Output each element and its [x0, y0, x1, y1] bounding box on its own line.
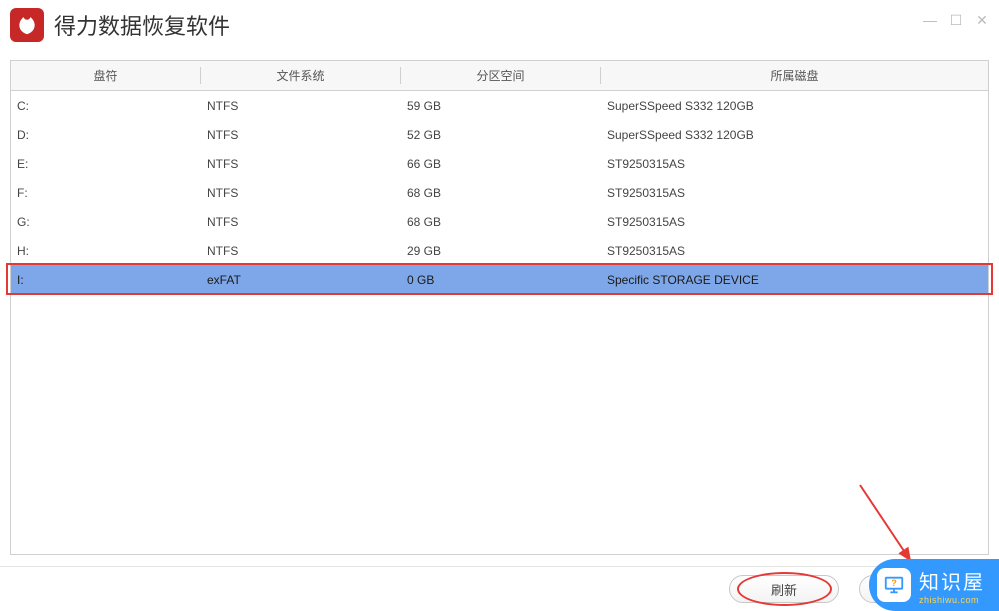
cell-fs: exFAT: [201, 273, 401, 287]
table-header-row: 盘符 文件系统 分区空间 所属磁盘: [11, 61, 988, 91]
cell-drive: E:: [11, 157, 201, 171]
cell-space: 66 GB: [401, 157, 601, 171]
cell-fs: NTFS: [201, 186, 401, 200]
cell-drive: F:: [11, 186, 201, 200]
app-icon: [10, 8, 44, 42]
cell-fs: NTFS: [201, 157, 401, 171]
refresh-button[interactable]: 刷新: [729, 575, 839, 603]
table-row[interactable]: E:NTFS66 GBST9250315AS: [11, 149, 988, 178]
cell-fs: NTFS: [201, 128, 401, 142]
table-row[interactable]: F:NTFS68 GBST9250315AS: [11, 178, 988, 207]
cell-disk: ST9250315AS: [601, 244, 988, 258]
watermark-name: 知识屋: [919, 566, 985, 595]
cell-fs: NTFS: [201, 244, 401, 258]
table-row[interactable]: C:NTFS59 GBSuperSSpeed S332 120GB: [11, 91, 988, 120]
cell-disk: Specific STORAGE DEVICE: [601, 273, 988, 287]
cell-space: 68 GB: [401, 186, 601, 200]
close-button[interactable]: ✕: [975, 12, 989, 29]
header-disk[interactable]: 所属磁盘: [601, 67, 988, 84]
svg-text:?: ?: [891, 578, 897, 588]
cell-disk: ST9250315AS: [601, 215, 988, 229]
minimize-button[interactable]: —: [923, 12, 937, 29]
table-row[interactable]: I:exFAT0 GBSpecific STORAGE DEVICE: [11, 265, 988, 294]
watermark-domain: zhishiwu.com: [919, 595, 985, 605]
watermark-monitor-icon: ?: [877, 568, 911, 602]
cell-space: 29 GB: [401, 244, 601, 258]
cell-space: 0 GB: [401, 273, 601, 287]
maximize-button[interactable]: ☐: [949, 12, 963, 29]
header-space[interactable]: 分区空间: [401, 67, 601, 84]
cell-drive: G:: [11, 215, 201, 229]
cell-drive: H:: [11, 244, 201, 258]
table-row[interactable]: G:NTFS68 GBST9250315AS: [11, 207, 988, 236]
cell-space: 68 GB: [401, 215, 601, 229]
cell-disk: SuperSSpeed S332 120GB: [601, 128, 988, 142]
app-title: 得力数据恢复软件: [54, 9, 230, 41]
cell-disk: SuperSSpeed S332 120GB: [601, 99, 988, 113]
cell-fs: NTFS: [201, 99, 401, 113]
cell-drive: C:: [11, 99, 201, 113]
cell-drive: I:: [11, 273, 201, 287]
footer-bar: 刷新 返回: [0, 566, 999, 611]
cell-disk: ST9250315AS: [601, 157, 988, 171]
watermark: ? 知识屋 zhishiwu.com: [869, 559, 999, 611]
cell-disk: ST9250315AS: [601, 186, 988, 200]
table-row[interactable]: D:NTFS52 GBSuperSSpeed S332 120GB: [11, 120, 988, 149]
drive-table: 盘符 文件系统 分区空间 所属磁盘 C:NTFS59 GBSuperSSpeed…: [10, 60, 989, 555]
header-drive[interactable]: 盘符: [11, 67, 201, 84]
cell-space: 59 GB: [401, 99, 601, 113]
header-filesystem[interactable]: 文件系统: [201, 67, 401, 84]
cell-fs: NTFS: [201, 215, 401, 229]
title-bar: 得力数据恢复软件 — ☐ ✕: [0, 0, 999, 50]
cell-space: 52 GB: [401, 128, 601, 142]
cell-drive: D:: [11, 128, 201, 142]
table-row[interactable]: H:NTFS29 GBST9250315AS: [11, 236, 988, 265]
